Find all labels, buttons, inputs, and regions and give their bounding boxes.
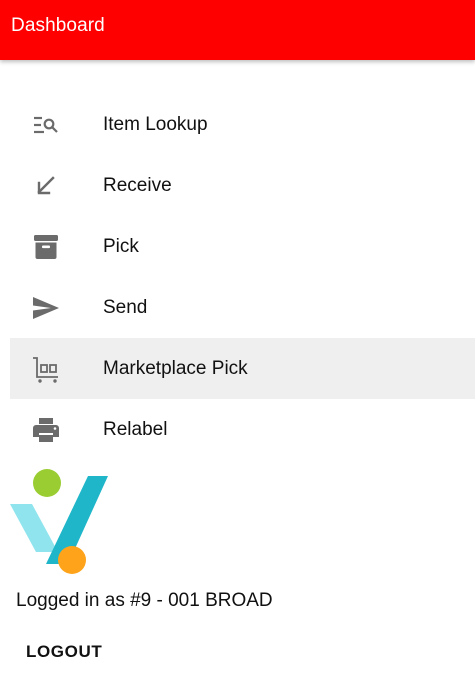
app-bar: Dashboard [0, 0, 475, 60]
logged-in-status: Logged in as #9 - 001 BROAD [16, 590, 273, 611]
menu-item-label: Marketplace Pick [103, 357, 248, 379]
menu-item-receive[interactable]: Receive [10, 155, 475, 216]
menu-item-marketplace-pick[interactable]: Marketplace Pick [10, 338, 475, 399]
menu-item-label: Send [103, 296, 148, 318]
menu-item-pick[interactable]: Pick [10, 216, 475, 277]
item-lookup-icon [32, 111, 60, 139]
menu-item-relabel[interactable]: Relabel [10, 399, 475, 460]
dashboard-menu: Item Lookup Receive Pick Send Marketplac… [10, 94, 475, 460]
app-title: Dashboard [11, 15, 105, 36]
menu-item-label: Pick [103, 235, 139, 257]
menu-item-label: Receive [103, 174, 172, 196]
menu-item-send[interactable]: Send [10, 277, 475, 338]
send-icon [32, 294, 60, 322]
brand-logo [10, 468, 110, 576]
printer-icon [32, 416, 60, 444]
cart-icon [32, 355, 60, 383]
arrow-down-left-icon [32, 172, 60, 200]
menu-item-label: Item Lookup [103, 113, 208, 135]
menu-item-item-lookup[interactable]: Item Lookup [10, 94, 475, 155]
menu-item-label: Relabel [103, 418, 168, 440]
logout-button[interactable]: LOGOUT [14, 634, 114, 670]
archive-box-icon [32, 233, 60, 261]
